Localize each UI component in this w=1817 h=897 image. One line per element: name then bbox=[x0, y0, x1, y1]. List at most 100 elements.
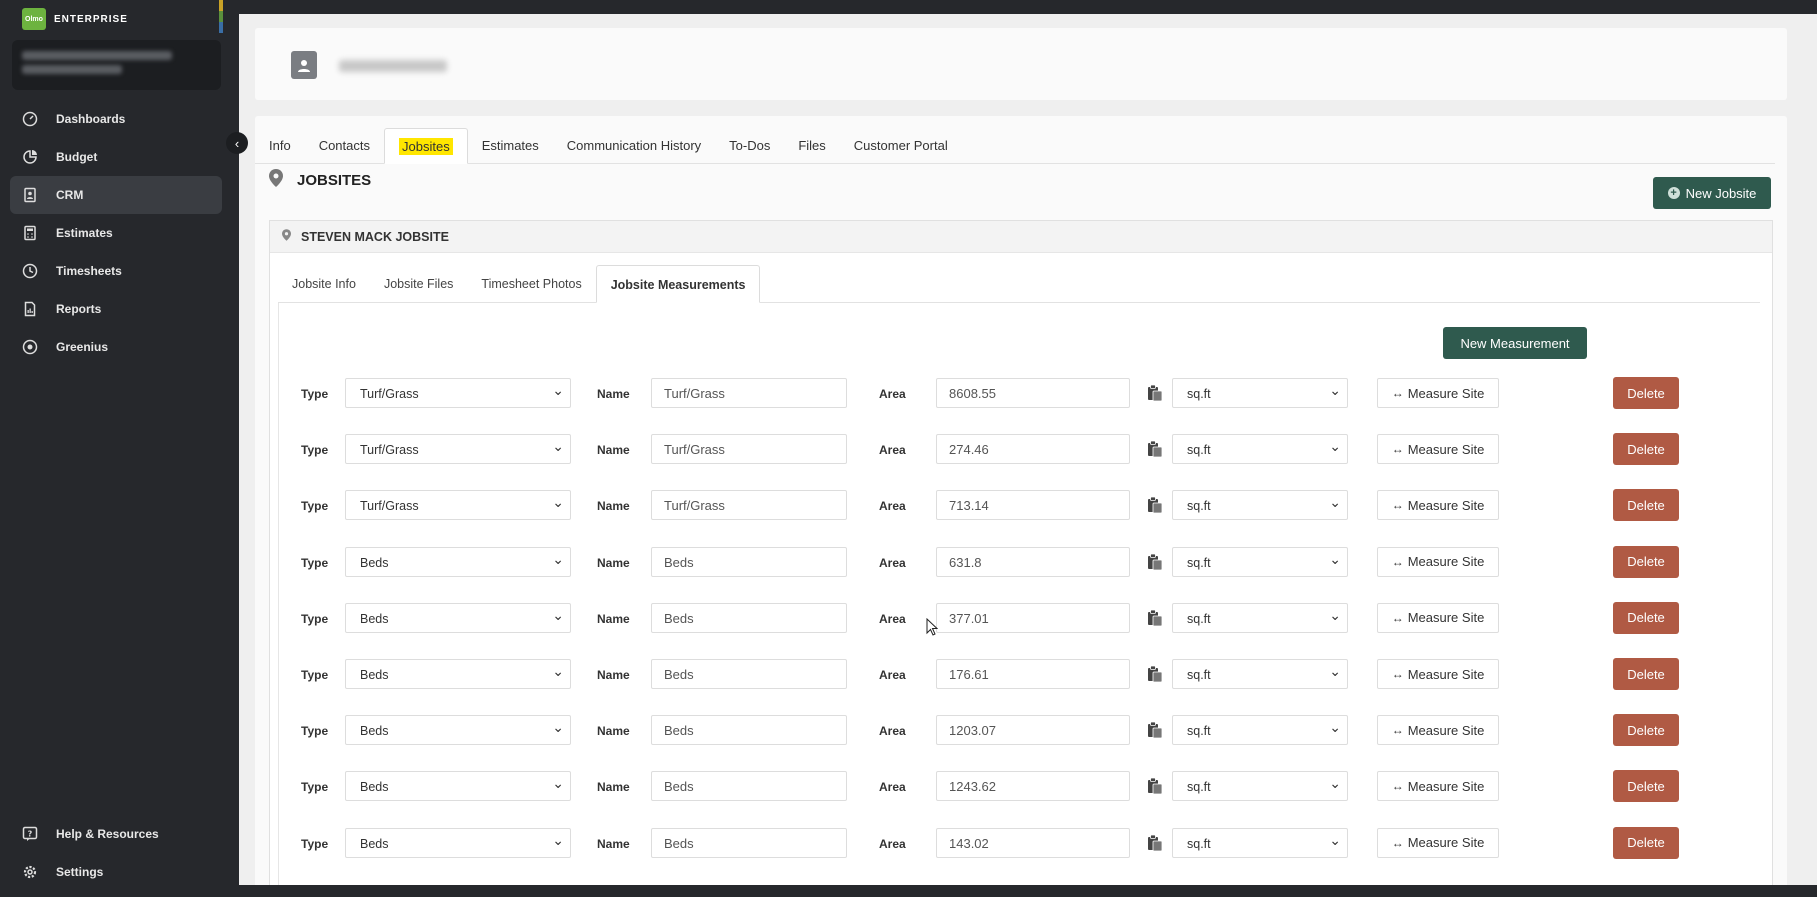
type-select[interactable]: Beds ⌄ bbox=[345, 715, 571, 746]
measure-site-button[interactable]: ↔ Measure Site bbox=[1377, 378, 1499, 408]
clipboard-icon[interactable] bbox=[1147, 721, 1163, 739]
delete-button[interactable]: Delete bbox=[1613, 770, 1679, 803]
measure-site-button[interactable]: ↔ Measure Site bbox=[1377, 546, 1499, 577]
name-input[interactable]: Beds bbox=[651, 771, 847, 802]
sidebar-item-settings[interactable]: Settings bbox=[10, 853, 222, 891]
new-measurement-button[interactable]: New Measurement bbox=[1443, 327, 1587, 359]
measurement-row: Type Turf/Grass ⌄ Name Turf/Grass Area 713.14 s… bbox=[279, 489, 1761, 522]
area-label: Area bbox=[879, 443, 906, 458]
sidebar-item-estimates[interactable]: Estimates bbox=[10, 214, 222, 252]
type-select[interactable]: Beds ⌄ bbox=[345, 659, 571, 689]
unit-select[interactable]: sq.ft ⌄ bbox=[1172, 490, 1348, 521]
tab-customer-portal[interactable]: Customer Portal bbox=[840, 128, 962, 164]
type-select[interactable]: Beds ⌄ bbox=[345, 602, 571, 633]
sidebar-item-budget[interactable]: Budget bbox=[10, 138, 222, 176]
area-input[interactable]: 274.46 bbox=[936, 434, 1130, 465]
tab-to-dos[interactable]: To-Dos bbox=[715, 128, 784, 164]
sidebar-item-help-resources[interactable]: ? Help & Resources bbox=[10, 815, 222, 853]
type-select[interactable]: Beds ⌄ bbox=[345, 827, 571, 858]
area-label: Area bbox=[879, 611, 906, 626]
delete-button[interactable]: Delete bbox=[1613, 489, 1679, 522]
unit-select[interactable]: sq.ft ⌄ bbox=[1172, 434, 1348, 465]
customer-tabs: Info Contacts Jobsites Estimates Communicati… bbox=[255, 128, 1775, 164]
type-select[interactable]: Beds ⌄ bbox=[345, 546, 571, 577]
clipboard-icon[interactable] bbox=[1147, 553, 1163, 571]
tab-label: Files bbox=[798, 138, 826, 153]
unit-select[interactable]: sq.ft ⌄ bbox=[1172, 602, 1348, 633]
measure-site-button[interactable]: ↔ Measure Site bbox=[1377, 827, 1499, 858]
unit-select[interactable]: sq.ft ⌄ bbox=[1172, 546, 1348, 577]
tab-estimates[interactable]: Estimates bbox=[468, 128, 553, 164]
tab-timesheet-photos[interactable]: Timesheet Photos bbox=[467, 265, 595, 303]
unit-select[interactable]: sq.ft ⌄ bbox=[1172, 715, 1348, 746]
sidebar-collapse-button[interactable]: ‹ bbox=[226, 132, 248, 154]
type-select[interactable]: Turf/Grass ⌄ bbox=[345, 378, 571, 408]
area-input[interactable]: 1203.07 bbox=[936, 715, 1130, 746]
type-select-value: Turf/Grass bbox=[360, 443, 419, 458]
unit-select[interactable]: sq.ft ⌄ bbox=[1172, 659, 1348, 689]
delete-button[interactable]: Delete bbox=[1613, 826, 1679, 859]
name-input[interactable]: Beds bbox=[651, 546, 847, 577]
area-input[interactable]: 143.02 bbox=[936, 827, 1130, 858]
name-input[interactable]: Beds bbox=[651, 659, 847, 689]
clipboard-icon[interactable] bbox=[1147, 834, 1163, 852]
tab-communication-history[interactable]: Communication History bbox=[553, 128, 715, 164]
tab-jobsites[interactable]: Jobsites bbox=[384, 128, 468, 164]
clipboard-icon[interactable] bbox=[1147, 496, 1163, 514]
sidebar-item-dashboards[interactable]: Dashboards bbox=[10, 100, 222, 138]
tab-jobsite-measurements[interactable]: Jobsite Measurements bbox=[595, 265, 761, 303]
brand-color-bars bbox=[219, 0, 223, 34]
map-pin-icon bbox=[269, 169, 283, 191]
area-input[interactable]: 176.61 bbox=[936, 659, 1130, 689]
brand[interactable]: Olmo ENTERPRISE bbox=[22, 8, 128, 30]
sidebar-item-crm[interactable]: CRM bbox=[10, 176, 222, 214]
new-jobsite-button[interactable]: + New Jobsite bbox=[1653, 177, 1771, 209]
measure-site-button[interactable]: ↔ Measure Site bbox=[1377, 771, 1499, 802]
area-input[interactable]: 713.14 bbox=[936, 490, 1130, 521]
sidebar-item-reports[interactable]: Reports bbox=[10, 290, 222, 328]
clipboard-icon[interactable] bbox=[1147, 440, 1163, 458]
tab-info[interactable]: Info bbox=[255, 128, 305, 164]
delete-button[interactable]: Delete bbox=[1613, 545, 1679, 578]
clipboard-icon[interactable] bbox=[1147, 609, 1163, 627]
clipboard-icon[interactable] bbox=[1147, 777, 1163, 795]
tab-jobsite-info[interactable]: Jobsite Info bbox=[278, 265, 370, 303]
delete-button[interactable]: Delete bbox=[1613, 714, 1679, 747]
name-input[interactable]: Beds bbox=[651, 715, 847, 746]
delete-button[interactable]: Delete bbox=[1613, 658, 1679, 690]
name-input[interactable]: Turf/Grass bbox=[651, 434, 847, 465]
sidebar-item-greenius[interactable]: Greenius bbox=[10, 328, 222, 366]
tab-files[interactable]: Files bbox=[784, 128, 839, 164]
area-input[interactable]: 377.01 bbox=[936, 602, 1130, 633]
type-label: Type bbox=[301, 611, 329, 626]
measure-site-button[interactable]: ↔ Measure Site bbox=[1377, 490, 1499, 521]
measure-site-button[interactable]: ↔ Measure Site bbox=[1377, 602, 1499, 633]
type-select[interactable]: Beds ⌄ bbox=[345, 771, 571, 802]
account-switcher[interactable] bbox=[12, 40, 221, 90]
type-select[interactable]: Turf/Grass ⌄ bbox=[345, 490, 571, 521]
delete-button[interactable]: Delete bbox=[1613, 433, 1679, 466]
sidebar-item-timesheets[interactable]: Timesheets bbox=[10, 252, 222, 290]
unit-select[interactable]: sq.ft ⌄ bbox=[1172, 771, 1348, 802]
clipboard-icon[interactable] bbox=[1147, 384, 1163, 402]
area-input[interactable]: 1243.62 bbox=[936, 771, 1130, 802]
area-input[interactable]: 8608.55 bbox=[936, 378, 1130, 408]
area-input[interactable]: 631.8 bbox=[936, 546, 1130, 577]
unit-select[interactable]: sq.ft ⌄ bbox=[1172, 827, 1348, 858]
measure-site-button[interactable]: ↔ Measure Site bbox=[1377, 715, 1499, 746]
delete-button[interactable]: Delete bbox=[1613, 601, 1679, 634]
double-arrow-icon: ↔ bbox=[1391, 498, 1404, 513]
measure-site-button[interactable]: ↔ Measure Site bbox=[1377, 659, 1499, 689]
name-input[interactable]: Beds bbox=[651, 602, 847, 633]
jobsite-header[interactable]: STEVEN MACK JOBSITE bbox=[270, 221, 1772, 253]
name-input[interactable]: Turf/Grass bbox=[651, 378, 847, 408]
name-input[interactable]: Beds bbox=[651, 827, 847, 858]
clipboard-icon[interactable] bbox=[1147, 665, 1163, 683]
type-select[interactable]: Turf/Grass ⌄ bbox=[345, 434, 571, 465]
name-input[interactable]: Turf/Grass bbox=[651, 490, 847, 521]
measure-site-button[interactable]: ↔ Measure Site bbox=[1377, 434, 1499, 465]
tab-contacts[interactable]: Contacts bbox=[305, 128, 384, 164]
tab-jobsite-files[interactable]: Jobsite Files bbox=[370, 265, 467, 303]
unit-select[interactable]: sq.ft ⌄ bbox=[1172, 378, 1348, 408]
delete-button[interactable]: Delete bbox=[1613, 377, 1679, 409]
